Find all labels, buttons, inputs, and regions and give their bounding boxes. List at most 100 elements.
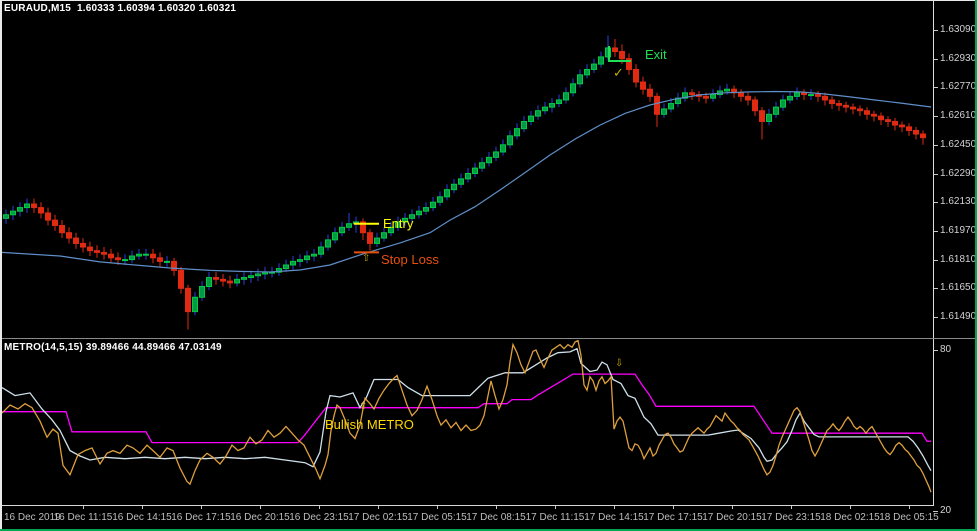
candle-up [500,139,506,156]
candle-up [143,248,149,260]
metro-down-arrow-icon: ⇩ [615,358,623,369]
time-axis-label: 16 Dec 11:15 [53,512,113,523]
candle-up [787,90,793,104]
indicator-scale-label: 80 [932,344,952,355]
time-axis-label: 17 Dec 08:15 [466,512,526,523]
price-chart-canvas[interactable]: ⇧✓ [0,0,933,338]
metro-indicator-canvas[interactable]: ⇧⇩ [0,340,933,505]
stop-loss-label[interactable]: Stop Loss [381,252,439,267]
candle-down [633,64,639,88]
candle-up [444,184,450,201]
time-axis-label: 17 Dec 20:15 [702,512,762,523]
candle-down [913,126,919,140]
candle-down [801,89,807,100]
price-axis-label: 1.62290 [932,168,977,179]
candle-down [899,121,905,133]
candle-down [101,247,107,260]
candle-up [164,256,170,267]
time-axis-label: 16 Dec 14:15 [112,512,172,523]
price-axis-label: 1.61970 [932,225,977,236]
candle-down [906,123,912,136]
candle-down [178,266,184,294]
candle-up [136,248,142,260]
bullish-metro-label[interactable]: Bullish METRO [325,417,414,432]
indicator-title: METRO(14,5,15) 39.89466 44.89466 47.0314… [4,342,222,353]
candle-down [213,272,219,285]
entry-label[interactable]: Entry [383,216,413,231]
candle-up [24,198,30,213]
candle-down [843,101,849,113]
candle-up [514,123,520,140]
candle-up [451,178,457,194]
candle-down [857,105,863,117]
time-axis-label: 16 Dec 20:15 [230,512,290,523]
buy-arrow-icon: ⇧ [362,253,370,264]
candle-down [87,241,93,257]
moving-average-line [1,90,932,273]
candle-up [10,205,16,221]
time-axis-label: 18 Dec 05:15 [879,512,939,523]
candle-up [3,209,9,224]
price-axis-label: 1.63090 [932,24,977,35]
time-axis-separator [0,505,934,506]
metro-line-rsi_orange [1,340,932,493]
candle-up [766,108,772,126]
time-axis-label: 17 Dec 14:15 [584,512,644,523]
indicator-scale-label: 20 [932,505,952,516]
candle-up [521,116,527,133]
candle-up [339,221,345,237]
candle-up [773,101,779,118]
candle-up [465,168,471,183]
candle-up [297,254,303,267]
candle-up [430,196,436,212]
candle-down [738,89,744,102]
candle-up [241,272,247,285]
candle-up [584,64,590,79]
candle-up [556,94,562,108]
candle-down [157,252,163,267]
time-axis-label: 17 Dec 23:15 [761,512,821,523]
candle-down [878,112,884,126]
candle-down [185,284,191,330]
panel-separator[interactable] [0,338,977,339]
candle-up [808,89,814,100]
candle-down [612,38,618,57]
candle-down [73,232,79,249]
exit-label[interactable]: Exit [645,47,667,62]
candle-up [794,87,800,100]
candle-down [850,103,856,115]
candle-down [150,248,156,264]
time-axis-label: 17 Dec 17:15 [643,512,703,523]
candle-down [871,110,877,122]
window-frame-left [0,0,2,531]
candle-down [640,76,646,95]
candle-up [304,250,310,264]
candle-down [367,229,373,251]
candle-up [346,212,352,231]
candle-up [682,87,688,102]
candle-up [780,94,786,111]
candle-up [290,256,296,271]
time-axis-label: 17 Dec 05:15 [407,512,467,523]
candle-down [689,89,695,100]
candle-up [199,281,205,301]
candle-up [598,51,604,68]
time-axis-label: 18 Dec 02:15 [820,512,880,523]
price-axis-label: 1.61810 [932,254,977,265]
candle-up [570,78,576,97]
candle-up [206,272,212,291]
candle-down [59,220,65,239]
candle-up [311,248,317,262]
candle-down [80,238,86,253]
candle-down [108,248,114,264]
candle-up [129,250,135,264]
candle-down [360,218,366,240]
price-axis-label: 1.62770 [932,81,977,92]
candle-up [472,162,478,178]
candle-down [31,198,37,213]
candle-up [437,191,443,206]
candle-up [493,146,499,161]
candle-up [479,157,485,172]
candle-down [864,107,870,120]
price-axis-label: 1.62930 [932,53,977,64]
